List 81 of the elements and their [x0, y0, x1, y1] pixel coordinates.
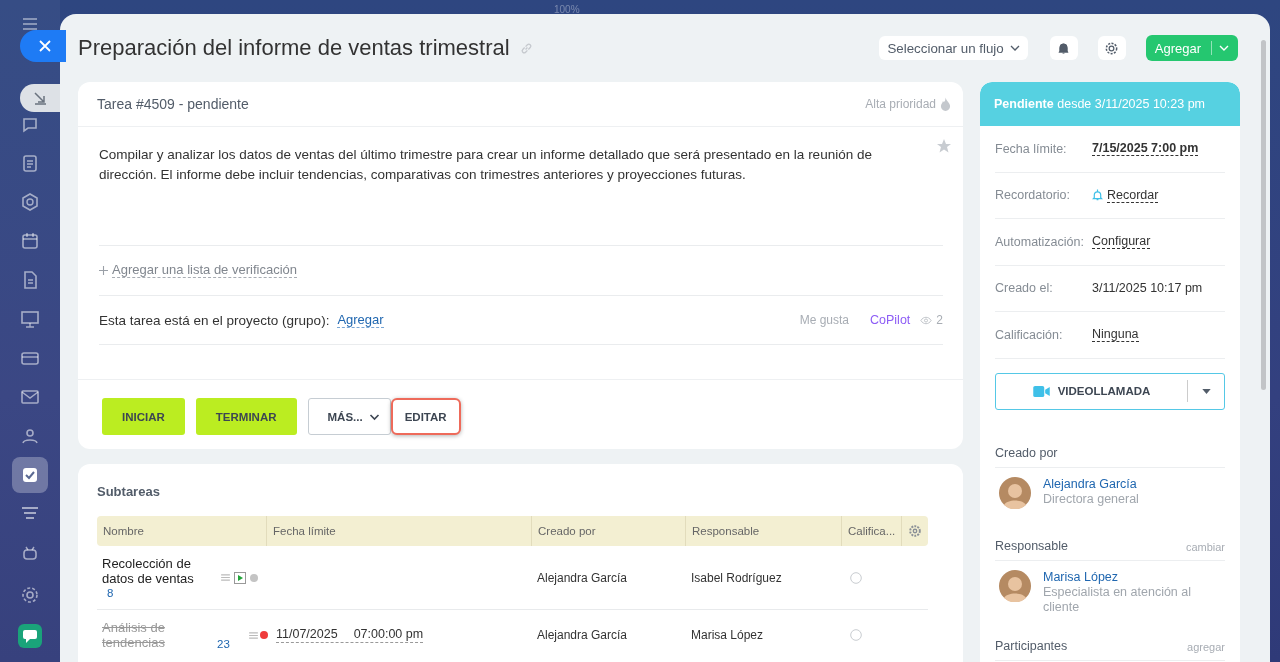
- calendar-icon: [20, 231, 40, 251]
- copilot-link[interactable]: CoPilot: [870, 313, 911, 327]
- mail-icon: [20, 387, 40, 407]
- field-label: Calificación:: [995, 327, 1064, 342]
- reminder-link[interactable]: Recordar: [1107, 187, 1159, 203]
- person-role: Especialista en atención al cliente: [1043, 584, 1192, 615]
- flame-icon[interactable]: [940, 97, 951, 111]
- zoom-label: 100%: [554, 4, 580, 15]
- presentation-icon: [20, 309, 40, 329]
- task-number: Tarea #4509 - pendiente: [97, 96, 249, 112]
- settings-icon: [20, 585, 40, 605]
- minimize-button[interactable]: [20, 84, 60, 112]
- subtask-count: 8: [107, 586, 114, 599]
- flow-select[interactable]: Seleccionar un flujo: [879, 36, 1028, 60]
- chevron-down-icon: [1009, 43, 1020, 53]
- project-label: Esta tarea está en el proyecto (grupo):: [99, 312, 330, 328]
- column-header[interactable]: Creado por: [531, 516, 685, 546]
- field-label: Fecha límite:: [995, 141, 1068, 156]
- close-button[interactable]: [20, 30, 66, 62]
- section-title: Subtareas: [97, 482, 161, 501]
- field-label: Automatización:: [995, 234, 1085, 249]
- person-role: Directora general: [1043, 491, 1140, 507]
- checkbox-icon: [20, 465, 40, 485]
- subtask-name[interactable]: Recolección de datos de ventas: [102, 555, 212, 586]
- avatar-icon: [999, 569, 1031, 602]
- star-icon[interactable]: [937, 139, 951, 153]
- subtask-count: 23: [217, 638, 230, 650]
- add-checklist-link[interactable]: Agregar una lista de verificación: [112, 263, 297, 278]
- person-name[interactable]: Alejandra García: [1043, 476, 1213, 492]
- arrow-icon: [33, 91, 47, 105]
- eye-icon: [920, 315, 933, 325]
- action-button[interactable]: EDITAR: [390, 398, 461, 435]
- priority-label: Alta prioridad: [865, 97, 936, 111]
- action-button[interactable]: INICIAR: [102, 398, 185, 435]
- settings-button[interactable]: [1097, 36, 1126, 60]
- table-cell-text: Marisa López: [690, 628, 765, 642]
- field-label: Creado el:: [995, 281, 1054, 296]
- deadline-link[interactable]: 11/07/2025 07:00:00 pm: [276, 627, 424, 643]
- table-cell-text: Alejandra García: [536, 628, 629, 642]
- chat-app-icon[interactable]: [18, 624, 42, 648]
- field-label: Recordatorio:: [995, 188, 1072, 203]
- more-button[interactable]: MÁS...: [307, 398, 391, 435]
- table-cell-text: Isabel Rodríguez: [690, 570, 783, 585]
- people-icon: [20, 426, 40, 446]
- field-value: 3/11/2025 10:17 pm: [1092, 281, 1203, 296]
- task-description: Compilar y analizar los datos de ventas del último trimestre para crear un informe detallado que será presentado en la reunión de dirección. El informe debe incluir tendencias, comparativas con trimestres anteriores y proyecciones futuras.: [99, 146, 873, 184]
- bell-icon: [1057, 41, 1071, 55]
- deadline-link[interactable]: 7/15/2025 7:00 pm: [1092, 141, 1199, 157]
- list-icon[interactable]: [249, 631, 258, 639]
- plus-icon: [99, 266, 108, 275]
- column-header[interactable]: Fecha límite: [266, 516, 531, 546]
- notification-button[interactable]: [1049, 36, 1078, 60]
- field-link[interactable]: Ninguna: [1092, 327, 1139, 343]
- play-icon[interactable]: [234, 571, 246, 584]
- section-heading: Creado por: [995, 445, 1058, 460]
- section-heading: Participantes: [995, 638, 1068, 653]
- person-name[interactable]: Marisa López: [1043, 569, 1213, 585]
- list-icon[interactable]: [221, 574, 230, 581]
- action-button[interactable]: TERMINAR: [195, 398, 297, 435]
- field-link[interactable]: Configurar: [1092, 234, 1151, 250]
- settings-icon: [1104, 40, 1120, 56]
- caret-icon: [1201, 388, 1211, 394]
- section-heading: Responsable: [995, 538, 1068, 553]
- view-count: 2: [936, 313, 943, 327]
- add-project-link[interactable]: Agregar: [337, 312, 384, 328]
- column-header[interactable]: Califica...: [841, 516, 901, 546]
- sidebar-item[interactable]: [12, 457, 48, 493]
- table-cell-text: Alejandra García: [536, 570, 629, 585]
- video-call-button[interactable]: VIDEOLLAMADA: [995, 372, 1225, 410]
- scrollbar[interactable]: [1261, 40, 1266, 390]
- document-icon: [20, 153, 40, 173]
- hexagon-icon: [20, 192, 40, 212]
- close-icon: [39, 40, 51, 52]
- status-text: Pendiente desde 3/11/2025 10:23 pm: [994, 97, 1206, 111]
- page-title: Preparación del informe de ventas trimestral: [78, 35, 510, 61]
- avatar-icon: [999, 476, 1031, 509]
- column-header[interactable]: Nombre: [97, 516, 266, 546]
- video-camera-icon: [1032, 385, 1050, 397]
- bell-icon: [1092, 189, 1103, 202]
- settings-icon[interactable]: [908, 524, 922, 538]
- column-header[interactable]: Responsable: [685, 516, 841, 546]
